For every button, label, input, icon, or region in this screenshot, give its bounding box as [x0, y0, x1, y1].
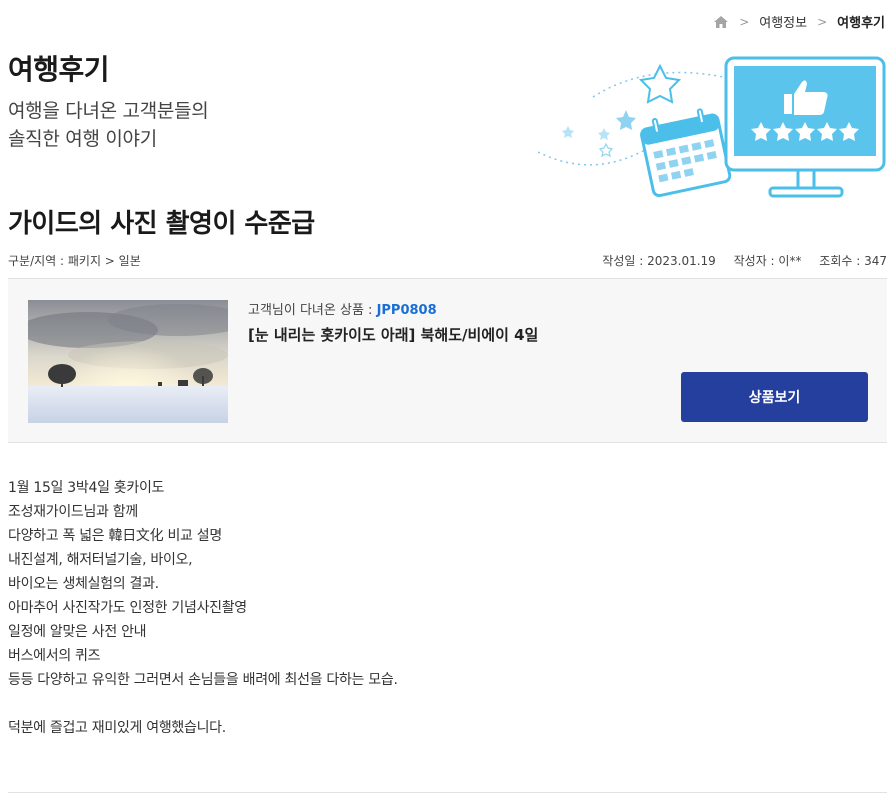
post-body-line	[8, 692, 398, 716]
product-code[interactable]: JPP0808	[377, 303, 437, 318]
product-name[interactable]: [눈 내리는 홋카이도 아래] 북해도/비에이 4일	[248, 324, 538, 345]
post-body-line: 버스에서의 퀴즈	[8, 648, 101, 664]
view-product-button[interactable]: 상품보기	[681, 372, 868, 422]
breadcrumb-item-travel-info[interactable]: 여행정보	[759, 12, 807, 31]
star-icon	[598, 142, 614, 158]
chevron-right-icon: >	[817, 14, 828, 29]
home-icon[interactable]	[713, 15, 729, 29]
post-body-line: 덕분에 즐겁고 재미있게 여행했습니다.	[8, 720, 226, 736]
post-date: 작성일 : 2023.01.19	[602, 254, 716, 268]
page-subtitle-line: 솔직한 여행 이야기	[8, 128, 157, 150]
post-body-line: 일정에 알맞은 사전 안내	[8, 624, 147, 640]
star-icon	[562, 126, 574, 138]
post-title: 가이드의 사진 촬영이 수준급	[8, 209, 315, 239]
post-meta: 구분/지역 : 패키지 > 일본 작성일 : 2023.01.19 작성자 : …	[8, 252, 887, 269]
page-subtitle: 여행을 다녀온 고객분들의 솔직한 여행 이야기	[8, 97, 209, 153]
review-illustration	[538, 56, 886, 198]
post-body-line: 내진설계, 해저터널기술, 바이오,	[8, 552, 193, 568]
post-meta-right: 작성일 : 2023.01.19 작성자 : 이** 조회수 : 347	[588, 252, 887, 269]
chevron-right-icon: >	[739, 14, 750, 29]
page-subtitle-line: 여행을 다녀온 고객분들의	[8, 100, 209, 122]
product-thumbnail[interactable]	[28, 300, 228, 423]
post-body-line: 다양하고 폭 넓은 韓日文化 비교 설명	[8, 528, 222, 544]
product-label: 고객님이 다녀온 상품 : JPP0808	[248, 299, 437, 318]
product-box: 고객님이 다녀온 상품 : JPP0808 [눈 내리는 홋카이도 아래] 북해…	[8, 278, 887, 443]
post-body-line: 아마추어 사진작가도 인정한 기념사진촬영	[8, 600, 247, 616]
post-body-line: 조성재가이드님과 함께	[8, 504, 138, 520]
calendar-icon	[640, 108, 732, 198]
post-category: 구분/지역 : 패키지 > 일본	[8, 254, 141, 268]
product-label-text: 고객님이 다녀온 상품 :	[248, 303, 377, 318]
post-body-line: 1월 15일 3박4일 홋카이도	[8, 480, 165, 496]
post-author: 작성자 : 이**	[733, 254, 802, 268]
star-icon	[616, 110, 636, 130]
post-views: 조회수 : 347	[819, 254, 887, 268]
page-title: 여행후기	[8, 53, 110, 86]
post-body-line: 바이오는 생체실험의 결과.	[8, 576, 159, 592]
post-body: 1월 15일 3박4일 홋카이도조성재가이드님과 함께다양하고 폭 넓은 韓日文…	[8, 476, 398, 740]
post-body-line: 등등 다양하고 유익한 그러면서 손님들을 배려에 최선을 다하는 모습.	[8, 672, 398, 688]
breadcrumb-item-travel-review[interactable]: 여행후기	[837, 12, 885, 31]
star-icon	[638, 63, 682, 104]
star-icon	[598, 128, 610, 140]
divider	[8, 792, 887, 793]
breadcrumb: > 여행정보 > 여행후기	[713, 12, 885, 31]
